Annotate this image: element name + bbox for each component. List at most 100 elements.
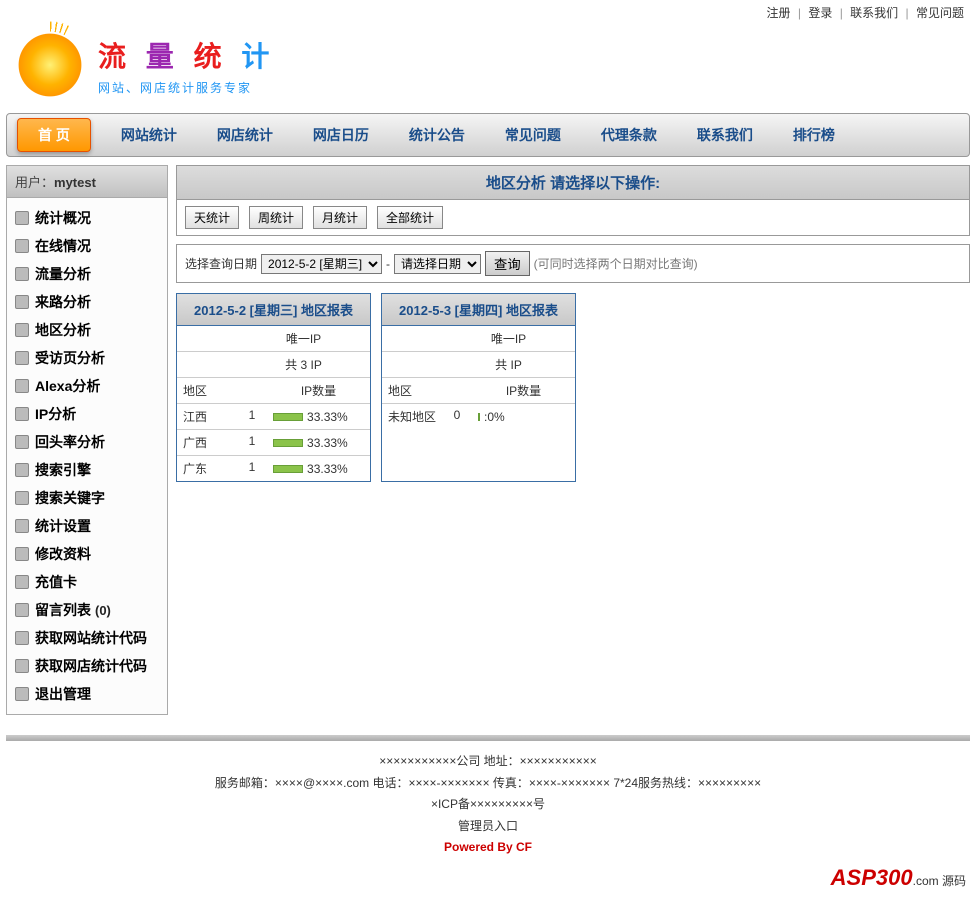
count-cell: 1 — [237, 404, 267, 429]
logo-area: 流 量 统 计 网站、网店统计服务专家 — [0, 25, 976, 113]
sidebar-item[interactable]: 地区分析 — [7, 316, 167, 344]
footer-icp: ×ICP备×××××××××号 — [0, 794, 976, 816]
contact-link[interactable]: 联系我们 — [850, 6, 898, 20]
sidebar-item[interactable]: 搜索引擎 — [7, 456, 167, 484]
menu-icon — [15, 603, 29, 617]
nav-link[interactable]: 网站统计 — [101, 115, 197, 155]
sidebar-item[interactable]: 统计设置 — [7, 512, 167, 540]
report-title: 2012-5-2 [星期三] 地区报表 — [177, 294, 370, 326]
menu-icon — [15, 547, 29, 561]
sidebar-item[interactable]: IP分析 — [7, 400, 167, 428]
menu-icon — [15, 687, 29, 701]
sidebar-item[interactable]: 流量分析 — [7, 260, 167, 288]
sidebar-item[interactable]: 搜索关键字 — [7, 484, 167, 512]
sidebar-item[interactable]: 来路分析 — [7, 288, 167, 316]
stat-range-tab[interactable]: 天统计 — [185, 206, 239, 229]
sidebar-link[interactable]: 搜索关键字 — [35, 488, 105, 508]
nav-link[interactable]: 常见问题 — [485, 115, 581, 155]
sidebar-link[interactable]: 留言列表 — [35, 600, 91, 620]
bar-icon — [478, 413, 480, 421]
sidebar-item[interactable]: 受访页分析 — [7, 344, 167, 372]
date-query-label: 选择查询日期 — [185, 255, 257, 272]
nav-link[interactable]: 网店日历 — [293, 115, 389, 155]
date-from-select[interactable]: 2012-5-2 [星期三] — [261, 254, 382, 274]
area-cell: 江西 — [177, 404, 237, 429]
query-hint: (可同时选择两个日期对比查询) — [534, 255, 698, 272]
main-content: 地区分析 请选择以下操作: 天统计周统计月统计全部统计 选择查询日期 2012-… — [176, 165, 970, 715]
sidebar-link[interactable]: 受访页分析 — [35, 348, 105, 368]
date-separator: - — [386, 257, 390, 271]
footer-contacts: 服务邮箱：××××@××××.com 电话：××××-××××××× 传真：××… — [0, 773, 976, 795]
menu-icon — [15, 519, 29, 533]
nav-link[interactable]: 统计公告 — [389, 115, 485, 155]
col-area-header: 地区 — [382, 378, 442, 403]
pct-cell: :0% — [472, 404, 575, 429]
nav-item[interactable]: 网店日历 — [293, 115, 389, 155]
nav-link[interactable]: 网店统计 — [197, 115, 293, 155]
sidebar-link[interactable]: 获取网店统计代码 — [35, 656, 147, 676]
query-button[interactable]: 查询 — [485, 251, 530, 276]
unique-ip-label: 唯一IP — [442, 326, 575, 351]
sidebar-item[interactable]: 留言列表(0) — [7, 596, 167, 624]
login-link[interactable]: 登录 — [808, 6, 832, 20]
menu-icon — [15, 379, 29, 393]
powered-by: Powered By CF — [0, 837, 976, 859]
stat-range-tab[interactable]: 月统计 — [313, 206, 367, 229]
sidebar-item[interactable]: 退出管理 — [7, 680, 167, 708]
sidebar-link[interactable]: 来路分析 — [35, 292, 91, 312]
sidebar-link[interactable]: 地区分析 — [35, 320, 91, 340]
sidebar-item[interactable]: 回头率分析 — [7, 428, 167, 456]
sidebar-item[interactable]: 充值卡 — [7, 568, 167, 596]
sidebar-link[interactable]: 退出管理 — [35, 684, 91, 704]
nav-item[interactable]: 网店统计 — [197, 115, 293, 155]
region-report: 2012-5-2 [星期三] 地区报表 唯一IP 共 3 IP地区 IP数量江西… — [176, 293, 371, 482]
sidebar-item[interactable]: 统计概况 — [7, 204, 167, 232]
stat-range-tab[interactable]: 周统计 — [249, 206, 303, 229]
sidebar-link[interactable]: 回头率分析 — [35, 432, 105, 452]
footer: ×××××××××××公司 地址：××××××××××× 服务邮箱：××××@×… — [0, 751, 976, 859]
nav-item[interactable]: 统计公告 — [389, 115, 485, 155]
nav-link[interactable]: 排行榜 — [773, 115, 855, 155]
sidebar-item[interactable]: 在线情况 — [7, 232, 167, 260]
sidebar-link[interactable]: 统计设置 — [35, 516, 91, 536]
nav-link[interactable]: 联系我们 — [677, 115, 773, 155]
sidebar-link[interactable]: 统计概况 — [35, 208, 91, 228]
sidebar-link[interactable]: 修改资料 — [35, 544, 91, 564]
count-cell: 1 — [237, 456, 267, 481]
nav-item[interactable]: 常见问题 — [485, 115, 581, 155]
sidebar-item[interactable]: 修改资料 — [7, 540, 167, 568]
total-ip-label: 共 3 IP — [237, 352, 370, 377]
sidebar-link[interactable]: 充值卡 — [35, 572, 77, 592]
sidebar-item[interactable]: Alexa分析 — [7, 372, 167, 400]
sidebar-link[interactable]: Alexa分析 — [35, 376, 100, 396]
stat-range-tab[interactable]: 全部统计 — [377, 206, 443, 229]
sidebar-link[interactable]: 在线情况 — [35, 236, 91, 256]
sidebar-item[interactable]: 获取网站统计代码 — [7, 624, 167, 652]
nav-item[interactable]: 首 页 — [7, 114, 101, 156]
menu-icon — [15, 463, 29, 477]
pct-cell: 33.33% — [267, 404, 370, 429]
corner-brand: ASP300.com 源码 — [0, 859, 976, 897]
nav-item[interactable]: 联系我们 — [677, 115, 773, 155]
sidebar-link[interactable]: IP分析 — [35, 404, 76, 424]
footer-divider — [6, 735, 970, 741]
nav-item[interactable]: 代理条款 — [581, 115, 677, 155]
nav-item[interactable]: 排行榜 — [773, 115, 855, 155]
date-to-select[interactable]: 请选择日期 — [394, 254, 481, 274]
sidebar-item[interactable]: 获取网店统计代码 — [7, 652, 167, 680]
nav-link[interactable]: 首 页 — [17, 118, 91, 152]
faq-link[interactable]: 常见问题 — [916, 6, 964, 20]
sidebar-link[interactable]: 搜索引擎 — [35, 460, 91, 480]
nav-item[interactable]: 网站统计 — [101, 115, 197, 155]
sidebar-link[interactable]: 流量分析 — [35, 264, 91, 284]
pct-cell: 33.33% — [267, 456, 370, 481]
menu-icon — [15, 407, 29, 421]
sidebar-link[interactable]: 获取网站统计代码 — [35, 628, 147, 648]
admin-entry-link[interactable]: 管理员入口 — [458, 819, 518, 833]
table-row: 未知地区0:0% — [382, 404, 575, 429]
nav-link[interactable]: 代理条款 — [581, 115, 677, 155]
sun-icon — [10, 25, 90, 105]
col-ip-header: IP数量 — [472, 378, 575, 403]
register-link[interactable]: 注册 — [767, 6, 791, 20]
col-area-header: 地区 — [177, 378, 237, 403]
